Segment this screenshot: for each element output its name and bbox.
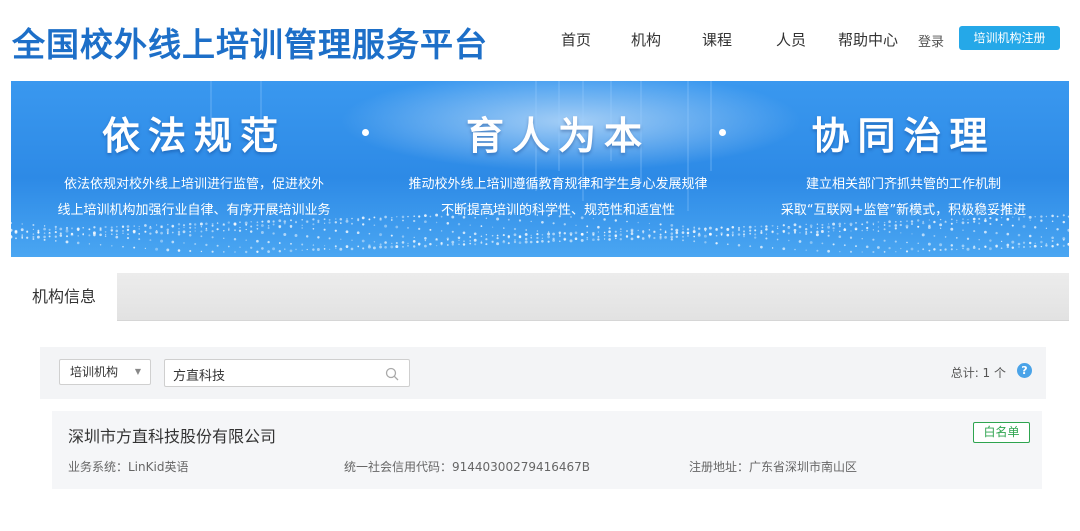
pillar-title: 依法规范 — [101, 114, 286, 158]
search-field[interactable] — [164, 359, 410, 387]
result-total: 总计: 1 个 — [950, 366, 1006, 380]
separator-dot — [362, 129, 369, 136]
pillar-line: 推动校外线上培训遵循教育规律和学生身心发展规律 — [408, 177, 708, 192]
pillar-line: 线上培训机构加强行业自律、有序开展培训业务 — [57, 203, 331, 218]
institution-register-button[interactable]: 培训机构注册 — [959, 26, 1060, 50]
chevron-down-icon: ▼ — [134, 367, 141, 376]
institution-name[interactable]: 深圳市方直科技股份有限公司 — [68, 423, 276, 447]
nav-institutions[interactable]: 机构 — [631, 29, 661, 50]
nav-people[interactable]: 人员 — [776, 29, 806, 50]
help-icon[interactable]: ? — [1017, 363, 1032, 378]
nav-courses[interactable]: 课程 — [702, 29, 732, 50]
search-bar: 培训机构 ▼ 总计: 1 个 ? — [40, 347, 1046, 399]
tab-institution-info[interactable]: 机构信息 — [11, 273, 117, 322]
separator-dot — [719, 129, 726, 136]
credit-code: 统一社会信用代码：91440300279416467B — [344, 460, 591, 474]
institution-result-card[interactable]: 深圳市方直科技股份有限公司 白名单 业务系统：LinKid英语 统一社会信用代码… — [52, 411, 1042, 489]
registered-address: 注册地址：广东省深圳市南山区 — [689, 460, 858, 474]
search-input[interactable] — [173, 364, 373, 384]
pillar-education: 育人为本 推动校外线上培训遵循教育规律和学生身心发展规律 不断提高培训的科学性、… — [373, 105, 743, 224]
category-select[interactable]: 培训机构 ▼ — [59, 359, 151, 385]
pillar-line: 依法依规对校外线上培训进行监管，促进校外 — [63, 177, 324, 192]
nav-home[interactable]: 首页 — [561, 29, 591, 50]
category-select-value: 培训机构 — [70, 365, 119, 379]
whitelist-badge: 白名单 — [973, 422, 1030, 443]
pillar-governance: 协同治理 建立相关部门齐抓共管的工作机制 采取“互联网+监管”新模式，积极稳妥推… — [751, 105, 1056, 224]
pillar-title: 协同治理 — [811, 114, 996, 158]
tab-bar: 机构信息 — [11, 273, 1069, 322]
hero-banner: 依法规范 依法依规对校外线上培训进行监管，促进校外 线上培训机构加强行业自律、有… — [11, 81, 1069, 257]
pillar-lawful: 依法规范 依法依规对校外线上培训进行监管，促进校外 线上培训机构加强行业自律、有… — [29, 105, 359, 224]
business-system: 业务系统：LinKid英语 — [68, 460, 189, 474]
search-icon[interactable] — [385, 366, 399, 385]
pillar-line: 建立相关部门齐抓共管的工作机制 — [805, 177, 1001, 192]
login-link[interactable]: 登录 — [918, 31, 944, 50]
pillar-line: 不断提高培训的科学性、规范性和适宜性 — [440, 203, 675, 218]
site-logo[interactable]: 全国校外线上培训管理服务平台 — [12, 18, 488, 66]
pillar-title: 育人为本 — [465, 114, 650, 158]
nav-help-center[interactable]: 帮助中心 — [838, 29, 898, 50]
site-header: 全国校外线上培训管理服务平台 首页 机构 课程 人员 帮助中心 登录 培训机构注… — [0, 0, 1080, 80]
pillar-line: 采取“互联网+监管”新模式，积极稳妥推进 — [780, 203, 1027, 218]
institution-panel: 机构信息 培训机构 ▼ 总计: 1 个 ? 深圳市方直科技股份有限公司 白名单 … — [11, 273, 1069, 531]
